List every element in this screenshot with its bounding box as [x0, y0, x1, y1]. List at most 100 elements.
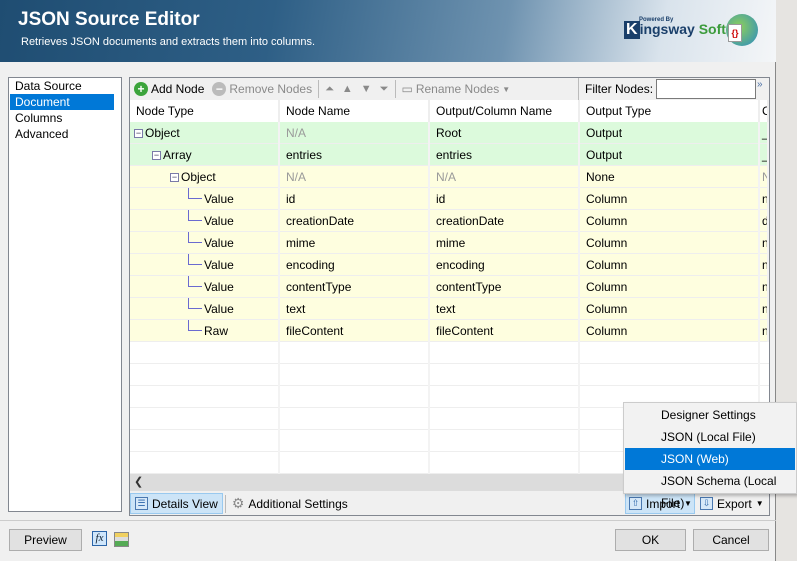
rename-nodes-button[interactable]: ▭ Rename Nodes ▼ [398, 78, 515, 100]
menu-item-json-web[interactable]: JSON (Web) [625, 448, 795, 470]
menu-item-json-local-file[interactable]: JSON (Local File) [625, 426, 795, 448]
output-column-name-cell[interactable]: id [430, 188, 580, 210]
toolbar-divider [318, 80, 320, 98]
table-row[interactable]: Value creationDate creationDate Column d [130, 210, 769, 232]
table-row[interactable]: Value text text Column n [130, 298, 769, 320]
filter-label: Filter Nodes: [585, 82, 654, 96]
node-name-cell[interactable]: creationDate [280, 210, 430, 232]
output-column-name-cell[interactable]: text [430, 298, 580, 320]
node-name-cell[interactable]: N/A [280, 122, 430, 144]
output-type-cell[interactable]: Column [580, 320, 760, 342]
output-column-name-cell[interactable]: Root [430, 122, 580, 144]
output-column-name-cell[interactable]: encoding [430, 254, 580, 276]
node-name-cell[interactable]: N/A [280, 166, 430, 188]
output-type-cell[interactable]: Column [580, 276, 760, 298]
footer-divider [0, 520, 776, 521]
output-type-cell[interactable]: Output [580, 122, 760, 144]
menu-item-designer-settings[interactable]: Designer Settings [625, 404, 795, 426]
output-type-cell[interactable]: Output [580, 144, 760, 166]
export-button[interactable]: ⇩ Export ▼ [697, 493, 769, 514]
output-type-cell[interactable]: None [580, 166, 760, 188]
partial-cell: n [760, 254, 769, 276]
node-name-cell[interactable]: text [280, 298, 430, 320]
import-button[interactable]: ⇧ Import ▼ [625, 493, 695, 514]
header-banner: JSON Source Editor Retrieves JSON docume… [0, 0, 776, 62]
details-view-icon: ☰ [135, 497, 148, 510]
table-row[interactable]: − Object N/A Root Output _ [130, 122, 769, 144]
node-name-cell[interactable]: entries [280, 144, 430, 166]
dropdown-arrow-icon: ▼ [684, 499, 692, 508]
additional-settings-button[interactable]: ⚙ Additional Settings [228, 493, 352, 514]
node-name-cell[interactable]: fileContent [280, 320, 430, 342]
remove-nodes-button[interactable]: − Remove Nodes [208, 78, 316, 100]
partial-cell: n [760, 232, 769, 254]
import-icon: ⇧ [629, 497, 642, 510]
variables-icon[interactable] [114, 532, 129, 547]
tree-connector [188, 232, 202, 243]
table-row[interactable]: − Array entries entries Output _ [130, 144, 769, 166]
partial-cell: n [760, 320, 769, 342]
node-type-cell: Value [130, 188, 280, 210]
move-down-icon[interactable]: ▼ [361, 83, 372, 95]
column-header-output-type[interactable]: Output Type [580, 100, 760, 122]
export-icon: ⇩ [700, 497, 713, 510]
nav-item-columns[interactable]: Columns [10, 110, 120, 126]
output-type-cell[interactable]: Column [580, 298, 760, 320]
node-name-cell[interactable]: contentType [280, 276, 430, 298]
partial-cell: n [760, 276, 769, 298]
output-type-cell[interactable]: Column [580, 254, 760, 276]
partial-cell: N [760, 166, 769, 188]
node-type-cell: Value [130, 254, 280, 276]
node-type-cell: Raw [130, 320, 280, 342]
collapse-icon[interactable]: − [170, 172, 179, 182]
output-column-name-cell[interactable]: entries [430, 144, 580, 166]
table-row[interactable]: Value mime mime Column n [130, 232, 769, 254]
move-bottom-icon[interactable]: ⏷ [380, 83, 389, 96]
column-header-node-type[interactable]: Node Type [130, 100, 280, 122]
details-view-button[interactable]: ☰ Details View [130, 493, 223, 514]
expression-fx-icon[interactable]: fx [92, 531, 107, 546]
table-row[interactable]: Value id id Column n [130, 188, 769, 210]
output-column-name-cell[interactable]: creationDate [430, 210, 580, 232]
tree-connector [188, 276, 202, 287]
import-menu: Designer Settings JSON (Local File) JSON… [623, 402, 797, 510]
table-row[interactable]: Value contentType contentType Column n [130, 276, 769, 298]
scroll-left-icon[interactable]: ❮ [134, 475, 143, 488]
rename-icon: ▭ [401, 82, 413, 96]
output-column-name-cell[interactable]: contentType [430, 276, 580, 298]
output-type-cell[interactable]: Column [580, 232, 760, 254]
collapse-icon[interactable]: − [134, 128, 143, 138]
column-header-node-name[interactable]: Node Name [280, 100, 430, 122]
table-row[interactable]: Value encoding encoding Column n [130, 254, 769, 276]
node-name-cell[interactable]: mime [280, 232, 430, 254]
output-type-cell[interactable]: Column [580, 210, 760, 232]
nav-item-data-source[interactable]: Data Source [10, 78, 120, 94]
nav-item-advanced[interactable]: Advanced [10, 126, 120, 142]
output-column-name-cell[interactable]: fileContent [430, 320, 580, 342]
window-title: JSON Source Editor [18, 9, 200, 30]
column-header-output-column-name[interactable]: Output/Column Name [430, 100, 580, 122]
output-column-name-cell[interactable]: mime [430, 232, 580, 254]
cancel-button[interactable]: Cancel [693, 529, 769, 551]
preview-button[interactable]: Preview [9, 529, 82, 551]
collapse-icon[interactable]: − [152, 150, 161, 160]
node-name-cell[interactable]: id [280, 188, 430, 210]
node-type-cell: Value [130, 232, 280, 254]
gear-icon: ⚙ [231, 495, 245, 511]
nav-item-document-designer[interactable]: Document Designer [10, 94, 114, 122]
dropdown-arrow-icon: ▼ [755, 499, 764, 508]
menu-item-json-schema-local-file[interactable]: JSON Schema (Local File) [625, 470, 795, 510]
add-node-button[interactable]: + Add Node [130, 78, 208, 100]
table-row[interactable]: −ObjectN/AN/ANoneN [130, 166, 769, 188]
column-header-partial[interactable]: C [760, 100, 769, 122]
output-type-cell[interactable]: Column [580, 188, 760, 210]
overflow-chevron-icon[interactable]: » [757, 79, 763, 90]
output-column-name-cell[interactable]: N/A [430, 166, 580, 188]
filter-nodes-input[interactable] [656, 79, 757, 99]
toolbar-divider [394, 80, 396, 98]
move-up-icon[interactable]: ▲ [342, 83, 353, 95]
move-top-icon[interactable]: ⏶ [325, 83, 334, 96]
ok-button[interactable]: OK [615, 529, 686, 551]
node-name-cell[interactable]: encoding [280, 254, 430, 276]
table-row[interactable]: Raw fileContent fileContent Column n [130, 320, 769, 342]
